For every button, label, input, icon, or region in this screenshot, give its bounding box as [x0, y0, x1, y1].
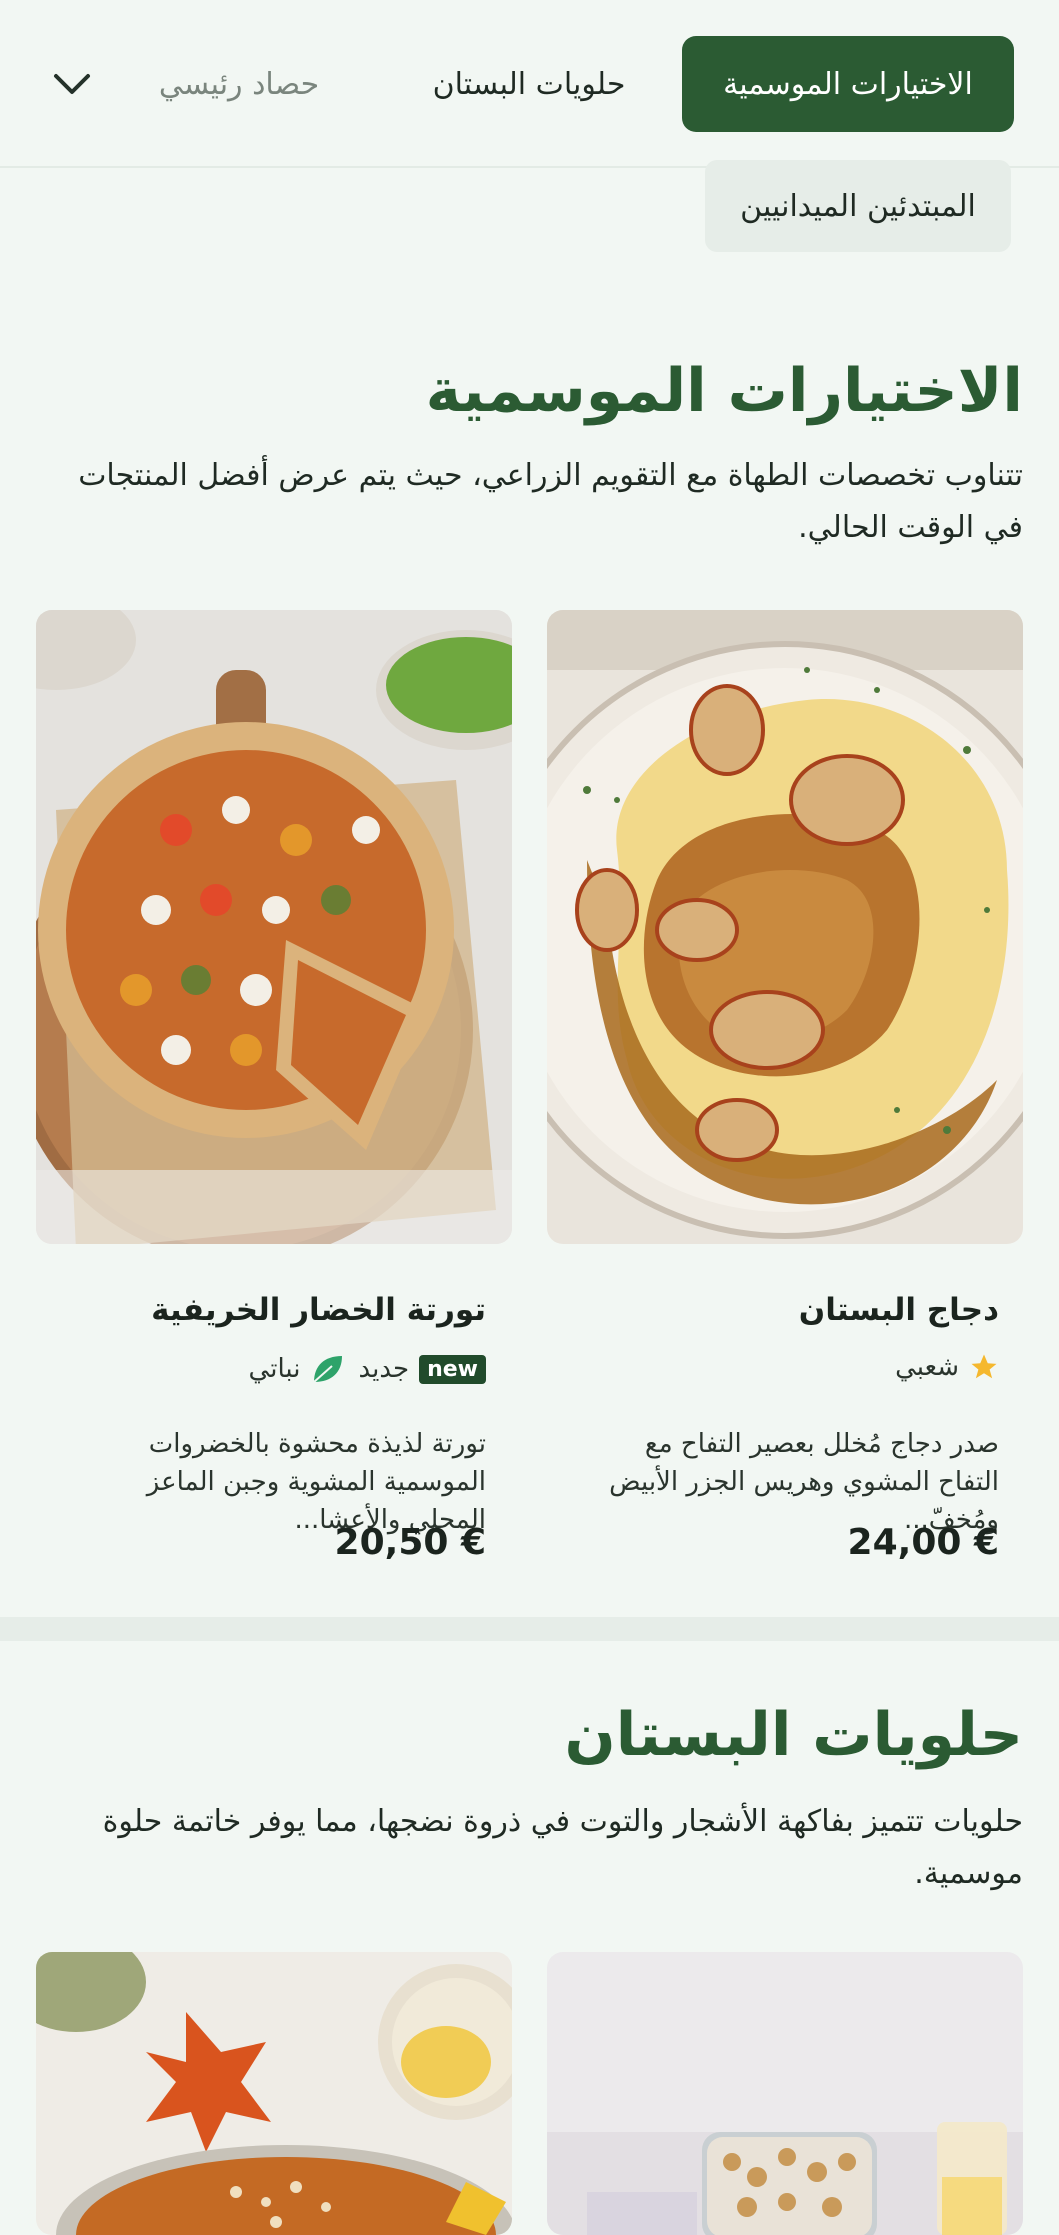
new-badge: new: [419, 1354, 486, 1384]
section-title-orchard-desserts: حلويات البستان: [564, 1700, 1023, 1770]
tab-field-starters[interactable]: المبتدئين الميدانيين: [705, 160, 1011, 252]
category-tab-bar: الاختيارات الموسمية حلويات البستان حصاد …: [0, 0, 1059, 168]
dish-name[interactable]: تورتة الخضار الخريفية: [151, 1292, 486, 1328]
star-icon: [971, 1354, 997, 1379]
dish-tags: شعبي: [895, 1352, 999, 1382]
dish-image-orchard-chicken[interactable]: [547, 610, 1023, 1244]
dish-image-autumn-tart[interactable]: [36, 610, 512, 1244]
dessert-image-granola[interactable]: [547, 1952, 1023, 2235]
section-description-orchard-desserts: حلويات تتميز بفاكهة الأشجار والتوت في ذر…: [102, 1804, 1023, 1891]
dish-tags: new جديد نباتي: [249, 1352, 486, 1386]
tab-seasonal-picks[interactable]: الاختيارات الموسمية: [682, 36, 1014, 132]
section-divider: [0, 1617, 1059, 1641]
dish-name[interactable]: دجاج البستان: [799, 1292, 999, 1328]
section-description-seasonal: تتناوب تخصصات الطهاة مع التقويم الزراعي،…: [78, 458, 1023, 545]
leaf-icon: [313, 1356, 343, 1383]
tag-new: جديد: [358, 1354, 410, 1384]
chevron-down-icon[interactable]: [50, 62, 94, 106]
tag-vegetarian: نباتي: [248, 1354, 301, 1384]
tab-main-harvest[interactable]: حصاد رئيسي: [119, 36, 359, 132]
dish-price: 24,00 €: [847, 1522, 999, 1563]
dessert-image-pumpkin[interactable]: [36, 1952, 512, 2235]
section-title-seasonal: الاختيارات الموسمية: [425, 356, 1023, 426]
tab-orchard-desserts[interactable]: حلويات البستان: [419, 36, 639, 132]
dish-price: 20,50 €: [334, 1522, 486, 1563]
tag-popular: شعبي: [895, 1352, 959, 1382]
